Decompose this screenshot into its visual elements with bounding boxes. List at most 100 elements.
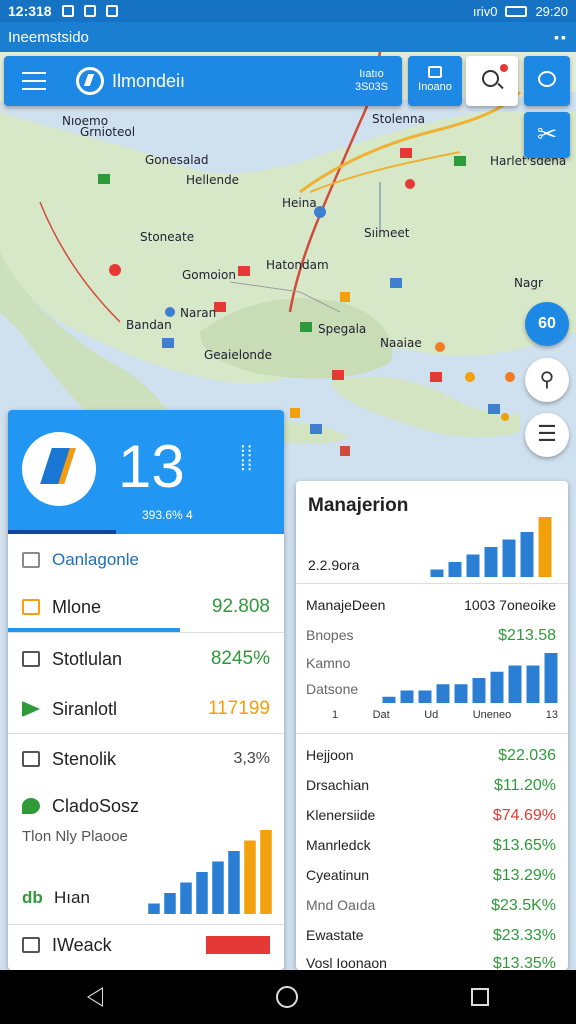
right-row[interactable]: Vosl Ioonaon $13.35%: [306, 955, 556, 970]
left-mini-chart-area: Tlon Nly Plaooe db Hıan: [8, 828, 284, 924]
left-row[interactable]: CladoSosz: [8, 784, 284, 828]
chart-bar: [484, 547, 498, 577]
chart-bar: [436, 684, 450, 703]
chart-footer-label: Hıan: [54, 888, 90, 907]
signal-text: ıriv0: [472, 3, 498, 19]
right-row-value: $213.58: [498, 627, 556, 644]
right-row[interactable]: Ewastate $23.33%: [306, 927, 556, 945]
chart-bar: [244, 840, 256, 914]
map-label-naaiae: Naaiae: [380, 336, 422, 350]
right-panel-subtitle: 2.2.9ora: [308, 557, 360, 573]
chart-bar: [520, 532, 534, 577]
app-meta-line1: Iıatıo: [359, 68, 384, 80]
right-row[interactable]: Mnd Oaıda $23.5K%: [306, 897, 556, 915]
right-row-value: $13.65%: [492, 837, 556, 854]
right-row[interactable]: Cyeatinun $13.29%: [306, 867, 556, 885]
right-row[interactable]: Hejjoon $22.036: [306, 747, 556, 765]
photo-icon: [83, 5, 96, 17]
list-button[interactable]: ☰: [525, 413, 569, 457]
left-row-label: Stotlulan: [52, 648, 123, 669]
left-row-label: Siranlotl: [52, 698, 118, 719]
right-row-label: Ewastate: [306, 927, 364, 943]
chart-bar: [454, 684, 468, 703]
layers-button[interactable]: 60: [525, 302, 569, 346]
right-row-value: $13.29%: [492, 867, 556, 884]
left-row-value: 3,3%: [233, 750, 270, 767]
left-row[interactable]: Oanlagonle: [8, 534, 284, 586]
chart-bar: [164, 893, 176, 914]
menu-icon[interactable]: [22, 72, 46, 90]
recent-apps-icon[interactable]: [471, 988, 490, 1006]
map-label-stoneate: Stoneate: [140, 230, 195, 244]
app-meta-line2: 3S03S: [354, 81, 388, 93]
right-chart-xaxis: 1 Dat Ud Uneneo 13: [332, 709, 558, 721]
left-summary-panel: 13 393.6% 4 ⁝⁝ ⁝⁝ Oanlagonle Mlone 92.808…: [8, 410, 284, 970]
right-summary-panel: Manajerion 2.2.9ora ManajeDeen 1003 7one…: [296, 481, 568, 970]
right-panel-title: Manajerion: [308, 495, 409, 516]
right-row[interactable]: Klenersiide $74.69%: [306, 807, 556, 825]
map-label-hellende: Hellende: [186, 173, 240, 187]
location-button[interactable]: ⚲: [525, 358, 569, 402]
home-icon[interactable]: [275, 986, 298, 1008]
right-top-chart: [430, 517, 552, 577]
chart-bar: [430, 569, 444, 577]
left-row[interactable]: Stenolik 3,3%: [8, 734, 284, 784]
grid-button-label: Inoano: [418, 81, 452, 93]
message-icon: [105, 5, 118, 17]
left-row[interactable]: Mlone 92.808: [8, 586, 284, 628]
map-label-naran: Naran: [180, 306, 217, 320]
right-row-label: Drsachian: [306, 777, 370, 793]
x-tick-label: Uneneo: [472, 709, 512, 721]
search-icon: [482, 70, 499, 87]
chart-footer-icon: db: [22, 888, 43, 907]
brand-logo-icon: [22, 432, 96, 506]
tools-button[interactable]: ✂: [524, 112, 570, 158]
app-name: Ilmondeiı: [112, 70, 186, 91]
grid-dots-icon[interactable]: ⁝⁝ ⁝⁝: [240, 442, 253, 474]
map-label-spegala: Spegala: [318, 322, 367, 336]
x-tick-label: Ud: [424, 709, 439, 721]
back-icon[interactable]: [86, 987, 103, 1007]
right-mid-chart: [382, 653, 558, 703]
chat-button[interactable]: [524, 56, 570, 106]
grid-button[interactable]: Inoano: [408, 56, 462, 106]
right-section-value: 1003 7oneoike: [464, 597, 556, 613]
doc-icon: [22, 937, 40, 953]
right-row[interactable]: Drsachian $11.20%: [306, 777, 556, 795]
right-row-label: Bnopes: [306, 627, 354, 643]
chart-bar: [400, 690, 414, 703]
right-row-label: Klenersiide: [306, 807, 376, 823]
grid-icon: [428, 66, 442, 78]
chart-bar: [448, 562, 462, 577]
right-row[interactable]: Manrledck $13.65%: [306, 837, 556, 855]
right-section-row[interactable]: ManajeDeen 1003 7oneoike: [306, 597, 556, 613]
left-row[interactable]: Siranlotl 117199: [8, 685, 284, 733]
search-button[interactable]: [466, 56, 518, 106]
map-label-geaielonde: Geaielonde: [204, 348, 273, 362]
right-section-title: ManajeDeen: [306, 597, 386, 613]
chart-bar: [526, 665, 540, 703]
overflow-icon[interactable]: ▪▪: [554, 29, 568, 45]
location-pin-icon: ⚲: [539, 369, 555, 391]
chart-bar: [538, 517, 552, 577]
edit-icon: [22, 651, 40, 667]
chart-bar: [196, 872, 208, 914]
left-row-label: Stenolik: [52, 748, 117, 769]
right-row-label: Cyeatinun: [306, 867, 370, 883]
notification-dot-icon: [500, 64, 508, 72]
shield-icon: [22, 798, 40, 814]
right-row[interactable]: Bnopes $213.58: [306, 627, 556, 645]
search-bar[interactable]: Ilmondeiı Iıatıo 3S03S: [4, 56, 402, 106]
right-row-label: Kamno: [306, 655, 351, 671]
map-label-gomoion: Gomoion: [182, 268, 236, 282]
header-sub-value: 393.6% 4: [142, 508, 193, 522]
chart-bar: [508, 665, 522, 703]
left-row[interactable]: IWeack: [8, 925, 284, 965]
chart-bar: [148, 903, 160, 914]
chart-bar: [228, 851, 240, 914]
right-row-label: Mnd Oaıda: [306, 897, 376, 913]
left-row[interactable]: Stotlulan 8245%: [8, 633, 284, 685]
red-bar-indicator: [206, 936, 270, 954]
right-row-value: $13.35%: [492, 955, 556, 970]
left-row-label: Mlone: [52, 596, 102, 617]
